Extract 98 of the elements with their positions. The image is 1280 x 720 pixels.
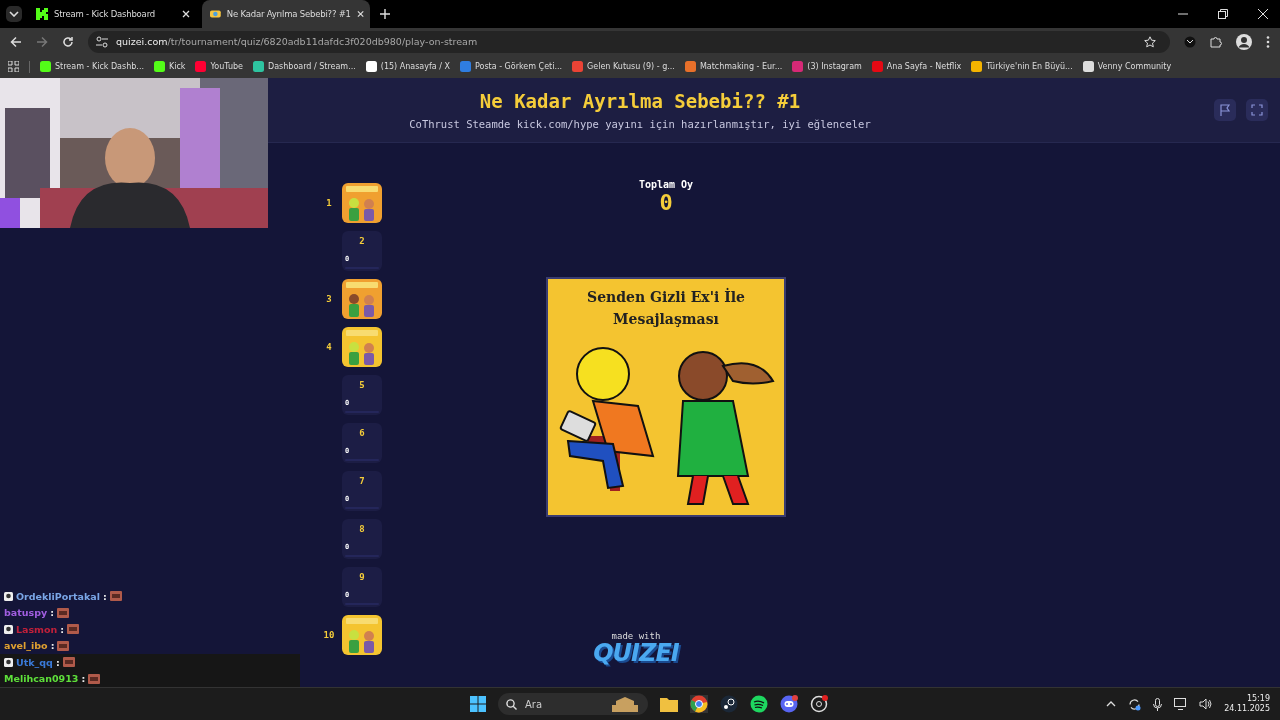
emote-icon	[57, 607, 69, 618]
spotify-icon[interactable]	[750, 695, 768, 713]
forward-icon[interactable]	[36, 35, 48, 48]
profile-avatar-icon[interactable]	[1236, 33, 1252, 50]
chat-username[interactable]: OrdekliPortakal	[16, 590, 100, 602]
choice-card[interactable]: Senden Gizli Ex'i İle Mesajlaşması	[546, 277, 786, 517]
close-icon[interactable]	[182, 10, 190, 18]
rank-number: 2	[359, 236, 365, 246]
chat-username[interactable]: Utk_qq	[16, 656, 53, 668]
bookmark-favicon-icon	[195, 61, 207, 72]
rank-number: 1	[325, 198, 333, 208]
back-icon[interactable]	[10, 35, 22, 48]
emote-icon	[88, 673, 101, 684]
bookmark[interactable]: YouTube	[195, 61, 243, 72]
rank-number: 7	[359, 476, 365, 486]
rank-number: 4	[325, 342, 333, 352]
address-field[interactable]: quizei.com/tr/tournament/quiz/6820adb11dafdc3f020db980/play-on-stream	[88, 30, 1170, 53]
emote-icon	[67, 624, 80, 635]
kick-icon	[36, 8, 48, 20]
network-icon[interactable]	[1174, 698, 1188, 710]
bookmark-favicon-icon	[971, 61, 983, 72]
microphone-icon[interactable]	[1153, 697, 1163, 711]
total-votes-value: 0	[659, 190, 673, 215]
bookmark[interactable]: Dashboard / Stream...	[253, 61, 356, 72]
emote-icon	[62, 657, 75, 668]
bookmark-favicon-icon	[40, 61, 51, 72]
quiz-title: Ne Kadar Ayrılma Sebebi?? #1	[479, 90, 801, 112]
bookmark-favicon-icon	[572, 61, 584, 72]
chat-separator: :	[102, 590, 107, 602]
browser-tab[interactable]: Ne Kadar Ayrılma Sebebi?? #1	[202, 0, 370, 28]
close-icon[interactable]	[356, 10, 364, 18]
folder-icon[interactable]	[660, 696, 678, 712]
rank-number: 10	[322, 630, 336, 640]
rank-number: 9	[359, 572, 365, 582]
restore-icon[interactable]	[1218, 9, 1228, 19]
menu-icon[interactable]	[1266, 35, 1270, 48]
bookmark-favicon-icon	[365, 61, 377, 72]
sync-icon[interactable]	[1128, 697, 1142, 711]
building-icon	[610, 696, 640, 712]
chat-separator: :	[81, 673, 86, 685]
chat-separator: :	[55, 656, 60, 668]
bookmark-favicon-icon	[459, 61, 471, 72]
browser-icon[interactable]	[690, 695, 708, 713]
star-icon[interactable]	[1144, 35, 1156, 48]
bookmark[interactable]: (15) Anasayfa / X	[365, 61, 450, 72]
bookmark[interactable]: Ana Sayfa - Netflix	[871, 61, 962, 72]
emote-icon	[57, 640, 70, 651]
fullscreen-icon[interactable]	[1246, 99, 1268, 121]
taskbar-search-field[interactable]: Ara	[498, 693, 648, 715]
bookmark-favicon-icon	[1082, 61, 1094, 72]
chat-username[interactable]: batuspy	[4, 607, 48, 619]
emote-icon	[109, 591, 122, 602]
bookmark-favicon-icon	[684, 61, 696, 72]
bookmark[interactable]: Posta - Görkem Çeti...	[459, 61, 563, 72]
bookmark-favicon-icon	[153, 61, 165, 72]
tab-search-icon[interactable]	[6, 6, 22, 22]
clock-time[interactable]: 15:19	[1246, 693, 1270, 704]
rank-number: 6	[359, 428, 365, 438]
bookmark[interactable]: (3) Instagram	[792, 61, 862, 72]
start-icon[interactable]	[470, 696, 486, 712]
steam-icon[interactable]	[720, 695, 738, 713]
rank-number: 3	[325, 294, 333, 304]
quiz-icon	[210, 8, 221, 20]
total-votes-label: Toplam Oy	[638, 179, 694, 190]
chat-separator: :	[50, 640, 55, 652]
flag-icon[interactable]	[1214, 99, 1236, 121]
bookmark[interactable]: Venny Community	[1082, 61, 1172, 72]
made-with-label: made with	[611, 631, 661, 641]
recorder-icon[interactable]	[810, 695, 828, 713]
bookmark[interactable]: Stream - Kick Dashb...	[40, 61, 144, 72]
bookmark[interactable]: Gelen Kutusu (9) - g...	[572, 61, 675, 72]
bookmark[interactable]: Kick	[153, 61, 186, 72]
quiz-subtitle: CoThrust Steamde kick.com/hype yayını için hazırlanmıştır, iyi eğlenceler	[409, 118, 871, 130]
reload-icon[interactable]	[62, 35, 74, 48]
bookmark-favicon-icon	[792, 61, 804, 72]
puzzle-icon[interactable]	[1210, 35, 1222, 48]
quizei-logo[interactable]: QUIZEI	[593, 641, 679, 665]
rank-number: 5	[359, 380, 365, 390]
new-tab-icon[interactable]	[380, 9, 390, 19]
chat-separator: :	[50, 607, 54, 619]
speaker-icon[interactable]	[1199, 698, 1213, 710]
close-icon[interactable]	[1258, 9, 1268, 19]
discord-icon[interactable]	[780, 695, 798, 713]
clock-date[interactable]: 24.11.2025	[1224, 704, 1270, 715]
bookmark[interactable]: Türkiye'nin En Büyü...	[971, 61, 1073, 72]
bookmark[interactable]: Matchmaking - Eur...	[684, 61, 783, 72]
bookmark-favicon-icon	[871, 61, 883, 72]
chat-username[interactable]: Melihcan0913	[4, 673, 79, 685]
search-icon	[506, 698, 517, 710]
browser-tab[interactable]: Stream - Kick Dashboard	[28, 0, 196, 28]
card-caption: Senden Gizli Ex'i İle Mesajlaşması	[586, 287, 746, 329]
site-settings-icon[interactable]	[96, 35, 108, 48]
rank-number: 8	[359, 524, 365, 534]
chat-separator: :	[60, 623, 65, 635]
apps-grid-icon[interactable]	[8, 61, 19, 72]
chevron-up-icon[interactable]	[1106, 701, 1117, 707]
bookmark-favicon-icon	[253, 61, 264, 72]
chat-username[interactable]: avel_ibo	[4, 640, 48, 652]
